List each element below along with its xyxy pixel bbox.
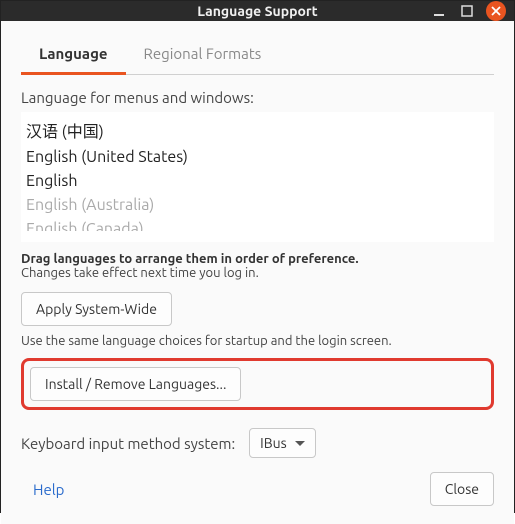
same-choices-label: Use the same language choices for startu… xyxy=(21,334,494,348)
language-support-window: Language Support Language Regional Forma… xyxy=(0,0,515,513)
maximize-icon xyxy=(461,5,473,17)
menus-windows-label: Language for menus and windows: xyxy=(21,89,494,106)
tab-language[interactable]: Language xyxy=(21,35,126,75)
list-item[interactable]: English xyxy=(22,169,493,193)
chevron-down-icon xyxy=(295,441,305,446)
footer: Help Close xyxy=(21,458,494,524)
maximize-button[interactable] xyxy=(458,2,476,20)
install-remove-languages-button[interactable]: Install / Remove Languages... xyxy=(30,367,241,401)
help-link[interactable]: Help xyxy=(21,481,64,498)
effect-hint: Changes take effect next time you log in… xyxy=(21,266,494,280)
close-icon xyxy=(491,6,501,16)
list-item[interactable]: 汉语 (中国) xyxy=(22,115,493,145)
input-method-combo[interactable]: IBus xyxy=(249,428,316,458)
list-item[interactable]: English (United States) xyxy=(22,145,493,169)
drag-hint: Drag languages to arrange them in order … xyxy=(21,252,494,266)
apply-system-wide-button[interactable]: Apply System-Wide xyxy=(21,292,172,326)
titlebar: Language Support xyxy=(1,1,514,21)
tab-regional-formats[interactable]: Regional Formats xyxy=(126,35,280,74)
tab-bar: Language Regional Formats xyxy=(21,35,494,75)
minimize-button[interactable] xyxy=(430,2,448,20)
language-list[interactable]: 汉语 (中国) English (United States) English … xyxy=(21,112,494,242)
content-area: Language Regional Formats Language for m… xyxy=(1,21,514,524)
input-method-value: IBus xyxy=(260,435,287,451)
list-item[interactable]: English (Australia) xyxy=(22,193,493,217)
close-button[interactable]: Close xyxy=(430,472,494,506)
list-item[interactable]: English (Canada) xyxy=(22,217,493,231)
window-controls xyxy=(430,1,506,21)
close-window-button[interactable] xyxy=(486,1,506,21)
minimize-icon xyxy=(433,5,445,17)
keyboard-input-label: Keyboard input method system: xyxy=(21,435,235,452)
highlight-annotation: Install / Remove Languages... xyxy=(21,358,494,410)
